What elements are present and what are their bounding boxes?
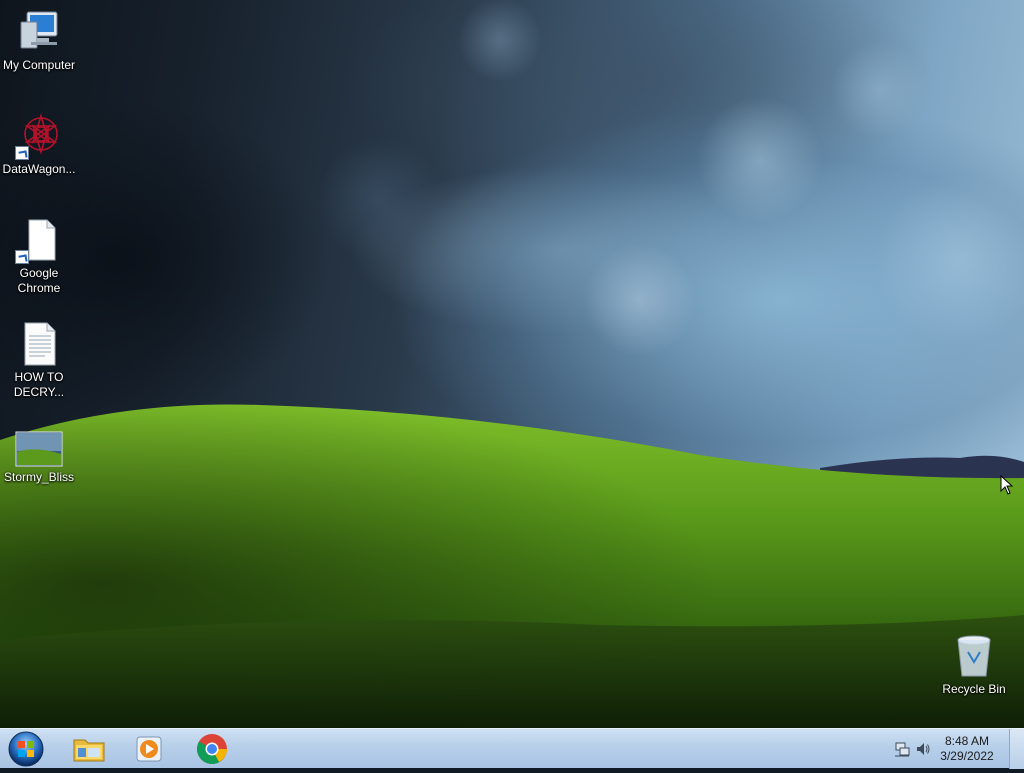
taskbar-clock[interactable]: 8:48 AM 3/29/2022 (932, 734, 1002, 764)
datawagon-shortcut-icon (15, 112, 63, 160)
desktop-icon-label: My Computer (2, 58, 76, 72)
desktop-icon-label: Recycle Bin (942, 682, 1006, 696)
folder-icon (73, 739, 105, 762)
desktop-wallpaper (0, 0, 1024, 728)
shortcut-arrow-icon (15, 250, 29, 264)
system-tray: 8:48 AM 3/29/2022 (884, 729, 1024, 769)
desktop-icon-google-chrome[interactable]: Google Chrome (1, 216, 77, 296)
start-button[interactable] (6, 730, 46, 768)
media-player-icon (136, 736, 162, 762)
taskbar-button-explorer[interactable] (65, 732, 113, 766)
speaker-icon[interactable] (915, 741, 931, 757)
desktop-icon-recycle-bin[interactable]: Recycle Bin (936, 632, 1012, 697)
text-document-icon (15, 320, 63, 368)
recycle-bin-icon (950, 632, 998, 680)
show-desktop-button[interactable] (1009, 729, 1024, 769)
shortcut-arrow-icon (15, 146, 29, 160)
desktop-icon-how-to-decrypt[interactable]: HOW TO DECRY... (1, 320, 77, 400)
taskbar-button-media-player[interactable] (125, 732, 173, 766)
desktop-icon-label: DataWagon... (2, 162, 76, 176)
desktop-icon-my-computer[interactable]: My Computer (1, 8, 77, 73)
desktop-icon-label: Stormy_Bliss (3, 470, 74, 484)
clock-time: 8:48 AM (944, 734, 990, 748)
desktop-icon-stormy-bliss[interactable]: Stormy_Bliss (1, 428, 77, 485)
chrome-shortcut-icon (15, 216, 63, 264)
desktop-icon-datawagon[interactable]: DataWagon... (1, 112, 77, 177)
network-icon[interactable] (894, 741, 910, 757)
desktop-icon-label: HOW TO DECRY... (13, 370, 65, 399)
computer-icon (15, 8, 63, 56)
chrome-icon (196, 734, 227, 765)
desktop-icon-label: Google Chrome (17, 266, 61, 295)
green-hills (0, 404, 1024, 728)
image-file-icon (15, 428, 63, 468)
taskbar: 8:48 AM 3/29/2022 (0, 728, 1024, 769)
windows-start-orb-icon (8, 731, 44, 767)
mouse-pointer-icon (1000, 475, 1014, 495)
taskbar-button-chrome[interactable] (188, 732, 236, 766)
clock-date: 3/29/2022 (940, 749, 994, 763)
